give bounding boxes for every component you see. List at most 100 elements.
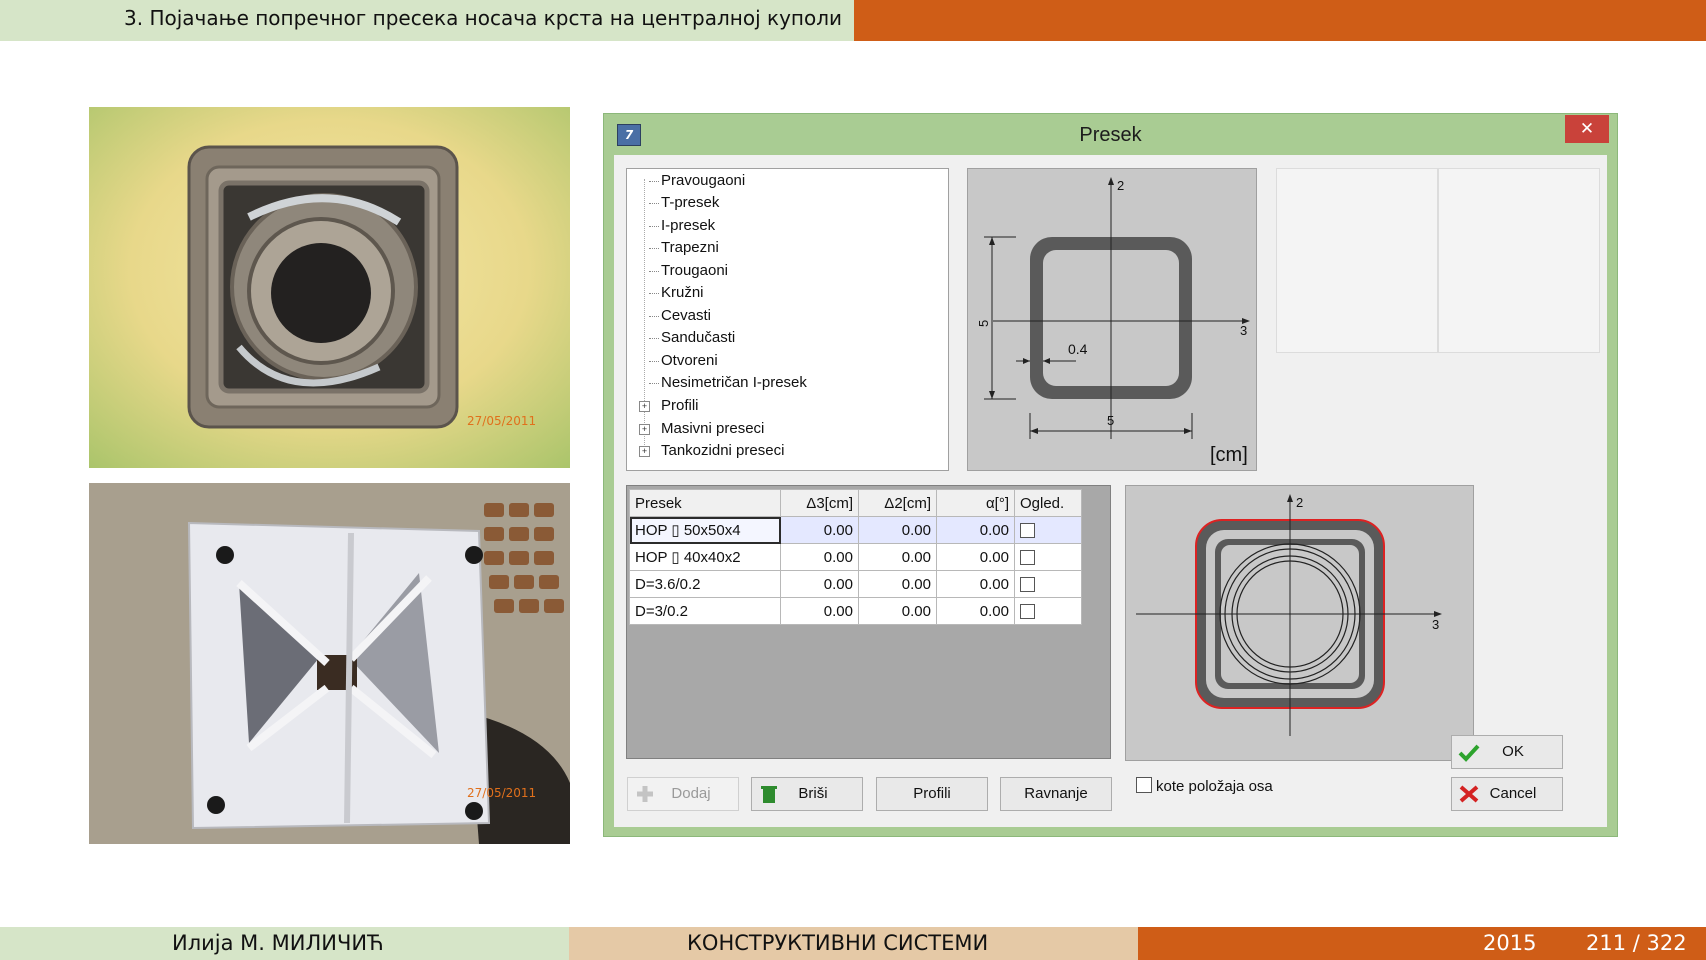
cell-ogled [1014,543,1082,571]
cell-delta2[interactable]: 0.00 [858,597,937,625]
checkmark-icon [1458,744,1480,762]
tree-item-trougaoni[interactable]: Trougaoni [661,261,728,281]
ok-button[interactable]: OK [1451,735,1563,769]
welded-tubes-photo: 27/05/2011 [89,107,570,468]
slide-title: 3. Појачање попречног пресека носача крс… [124,6,843,30]
ogled-checkbox[interactable] [1020,550,1035,566]
tree-item-t-presek[interactable]: T-presek [661,193,719,213]
sections-table: Presek Δ3[cm] Δ2[cm] α[°] Ogled. HOP ▯ 5… [629,489,1082,625]
tree-item-pravougaoni[interactable]: Pravougaoni [661,171,745,191]
tree-item-i-presek[interactable]: I-presek [661,216,715,236]
expand-icon[interactable]: + [639,401,650,412]
brisi-button[interactable]: Briši [751,777,863,811]
ogled-checkbox[interactable] [1020,523,1035,539]
section-preview: 2 3 5 5 0.4 [cm] [967,168,1257,471]
footer-green-band: Илија М. МИЛИЧИЋ [0,927,569,960]
empty-preview-pane-left [1276,168,1438,353]
cell-delta2[interactable]: 0.00 [858,543,937,571]
tree-item-nesimetrican-i-presek[interactable]: Nesimetričan I-presek [661,373,807,393]
profili-button[interactable]: Profili [876,777,988,811]
unit-label: [cm] [1210,444,1248,466]
header-orange-band [854,0,1706,41]
footer-page-number: 211 / 322 [1586,931,1687,955]
table-row[interactable]: D=3.6/0.2 0.00 0.00 0.00 [629,570,1082,598]
cell-delta2[interactable]: 0.00 [858,570,937,598]
cell-alpha[interactable]: 0.00 [936,543,1015,571]
cell-alpha[interactable]: 0.00 [936,597,1015,625]
table-row[interactable]: D=3/0.2 0.00 0.00 0.00 [629,597,1082,625]
axis-2-label: 2 [1296,495,1303,510]
axis-3-label: 3 [1432,617,1439,632]
dim-thickness-label: 0.4 [1068,341,1088,357]
photo-date-stamp: 27/05/2011 [467,414,536,428]
cell-delta3[interactable]: 0.00 [780,570,859,598]
tree-item-cevasti[interactable]: Cevasti [661,306,711,326]
ravnanje-label: Ravnanje [1024,785,1088,802]
cell-delta2[interactable]: 0.00 [858,516,937,544]
cell-delta3[interactable]: 0.00 [780,543,859,571]
cell-delta3[interactable]: 0.00 [780,516,859,544]
ravnanje-button[interactable]: Ravnanje [1000,777,1112,811]
tree-item-sanducasti[interactable]: Sandučasti [661,328,735,348]
cell-presek[interactable]: HOP ▯ 50x50x4 [629,516,781,544]
brisi-label: Briši [798,785,828,802]
dialog-title-bar[interactable]: 7 Presek ✕ [604,114,1617,155]
ok-label: OK [1502,743,1524,760]
dodaj-button[interactable]: Dodaj [627,777,739,811]
table-row[interactable]: HOP ▯ 50x50x4 0.00 0.00 0.00 [629,516,1082,544]
cell-ogled [1014,597,1082,625]
axis-2-label: 2 [1117,178,1124,193]
tree-item-kruzni[interactable]: Kružni [661,283,704,303]
slide-header: 3. Појачање попречног пресека носача крс… [0,0,1706,41]
cell-presek[interactable]: D=3.6/0.2 [629,570,781,598]
composite-section-preview: 2 3 [1125,485,1474,761]
expand-icon[interactable]: + [639,446,650,457]
col-header-ogled[interactable]: Ogled. [1014,489,1082,517]
ogled-checkbox[interactable] [1020,577,1035,593]
dialog-title: Presek [1079,124,1142,146]
cell-ogled [1014,570,1082,598]
axis-dimensions-checkbox[interactable] [1136,777,1152,793]
cell-presek[interactable]: HOP ▯ 40x40x2 [629,543,781,571]
sections-table-container[interactable]: Presek Δ3[cm] Δ2[cm] α[°] Ogled. HOP ▯ 5… [626,485,1111,759]
ogled-checkbox[interactable] [1020,604,1035,620]
col-header-delta3[interactable]: Δ3[cm] [780,489,859,517]
footer-year: 2015 [1483,931,1537,955]
col-header-alpha[interactable]: α[°] [936,489,1015,517]
cancel-button[interactable]: Cancel [1451,777,1563,811]
tree-item-otvoreni[interactable]: Otvoreni [661,351,718,371]
footer-author: Илија М. МИЛИЧИЋ [172,931,384,955]
tree-group-masivni-preseci[interactable]: Masivni preseci [661,419,764,439]
section-type-tree[interactable]: Pravougaoni T-presek I-presek Trapezni T… [626,168,949,471]
cell-presek[interactable]: D=3/0.2 [629,597,781,625]
tree-group-profili[interactable]: Profili [661,396,699,416]
table-header-row: Presek Δ3[cm] Δ2[cm] α[°] Ogled. [629,489,1082,517]
expand-icon[interactable]: + [639,424,650,435]
cell-alpha[interactable]: 0.00 [936,516,1015,544]
close-button[interactable]: ✕ [1565,115,1609,143]
red-x-icon [1459,785,1479,803]
footer-orange-band: 2015 211 / 322 [1138,927,1706,960]
dim-height-label: 5 [976,320,991,327]
plus-icon [637,786,653,802]
cell-alpha[interactable]: 0.00 [936,570,1015,598]
axis-3-label: 3 [1240,323,1247,338]
tree-group-tankozidni-preseci[interactable]: Tankozidni preseci [661,441,784,461]
table-row[interactable]: HOP ▯ 40x40x2 0.00 0.00 0.00 [629,543,1082,571]
col-header-delta2[interactable]: Δ2[cm] [858,489,937,517]
presek-dialog: 7 Presek ✕ Pravougaoni T-presek I-presek… [603,113,1618,837]
trash-icon [761,786,777,803]
axis-dimensions-label: kote položaja osa [1156,778,1273,795]
profili-label: Profili [913,785,951,802]
slide-footer: Илија М. МИЛИЧИЋ КОНСТРУКТИВНИ СИСТЕМИ 2… [0,927,1706,960]
dim-width-label: 5 [1107,413,1114,428]
cell-ogled [1014,516,1082,544]
axis-dimensions-toggle[interactable]: kote položaja osa [1136,777,1273,795]
col-header-presek[interactable]: Presek [629,489,781,517]
cell-delta3[interactable]: 0.00 [780,597,859,625]
dodaj-label: Dodaj [671,785,711,802]
cancel-label: Cancel [1489,785,1537,802]
footer-tan-band: КОНСТРУКТИВНИ СИСТЕМИ [569,927,1138,960]
tree-item-trapezni[interactable]: Trapezni [661,238,719,258]
footer-course: КОНСТРУКТИВНИ СИСТЕМИ [687,931,989,955]
